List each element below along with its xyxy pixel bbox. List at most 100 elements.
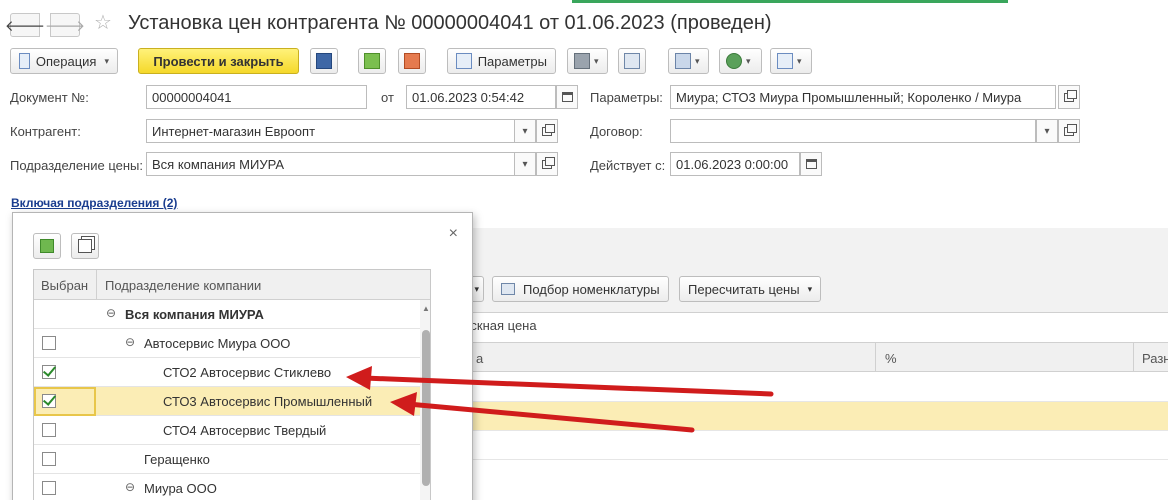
operation-icon <box>19 53 30 69</box>
back-button[interactable]: 🡐 <box>5 13 45 37</box>
division-row[interactable]: СТО2 Автосервис Стиклево <box>34 358 420 387</box>
including-divisions-link[interactable]: Включая подразделения (2) <box>11 196 177 210</box>
contract-open-button[interactable] <box>1058 119 1080 143</box>
items-table-row-selected[interactable] <box>472 402 1168 430</box>
contract-field[interactable] <box>670 119 1036 143</box>
price-division-field[interactable]: Вся компания МИУРА <box>146 152 516 176</box>
doc-number-field[interactable]: 00000004041 <box>146 85 367 109</box>
column-divider <box>1133 342 1134 372</box>
parameters-label: Параметры <box>477 53 547 69</box>
division-row[interactable]: Геращенко <box>34 445 420 474</box>
division-checkbox[interactable] <box>42 423 56 437</box>
division-row[interactable]: ⊖ Автосервис Миура ООО <box>34 329 420 358</box>
valid-from-field[interactable]: 01.06.2023 0:00:00 <box>670 152 800 176</box>
divisions-popup: × Выбран Подразделение компании ⊖ Вся ком… <box>12 212 473 500</box>
chevron-down-icon: ▾ <box>807 283 813 294</box>
price-division-open-button[interactable] <box>536 152 558 176</box>
post-document-icon <box>364 53 380 69</box>
counterparty-field[interactable]: Интернет-магазин Евроопт <box>146 119 516 143</box>
division-checkbox[interactable] <box>42 336 56 350</box>
date-calendar-button[interactable] <box>556 85 578 109</box>
structure-button[interactable] <box>618 48 646 74</box>
collapse-icon[interactable]: ⊖ <box>106 306 116 320</box>
params-open-button[interactable] <box>1058 85 1080 109</box>
row-divider <box>472 430 1168 431</box>
title-bar: 🡐 🡒 ☆ Установка цен контрагента № 000000… <box>0 0 1168 44</box>
chevron-down-icon: ▾ <box>522 158 528 170</box>
chevron-down-icon: ▾ <box>594 55 599 66</box>
open-icon <box>542 156 555 169</box>
counterparty-dropdown-button[interactable]: ▾ <box>514 119 536 143</box>
counterparty-open-button[interactable] <box>536 119 558 143</box>
division-label: Миура ООО <box>144 481 217 496</box>
hierarchy-icon <box>624 53 640 69</box>
division-checkbox[interactable] <box>42 452 56 466</box>
arrow-right-icon: 🡒 <box>44 17 86 35</box>
division-checkbox[interactable] <box>42 394 56 408</box>
date-field[interactable]: 01.06.2023 0:54:42 <box>406 85 556 109</box>
division-row[interactable]: СТО3 Автосервис Промышленный <box>34 387 420 416</box>
col-price-header: а <box>476 351 484 366</box>
contract-dropdown-button[interactable]: ▾ <box>1036 119 1058 143</box>
division-checkbox[interactable] <box>42 481 56 495</box>
column-divider <box>875 342 876 372</box>
col-division-header: Подразделение компании <box>105 278 262 293</box>
doc-number-label: Документ №: <box>10 90 89 105</box>
parameters-button[interactable]: Параметры <box>447 48 556 74</box>
post-and-close-button[interactable]: Провести и закрыть <box>138 48 299 74</box>
operation-button[interactable]: Операция ▾ <box>10 48 118 74</box>
forward-button[interactable]: 🡒 <box>45 13 85 37</box>
division-row[interactable]: ⊖ Миура ООО <box>34 474 420 500</box>
print-button[interactable]: ▾ <box>567 48 608 74</box>
users-button[interactable]: ▾ <box>719 48 762 74</box>
chevron-down-icon: ▾ <box>1044 125 1050 137</box>
valid-from-calendar-button[interactable] <box>800 152 822 176</box>
chevron-down-icon: ▾ <box>522 125 528 137</box>
create-based-icon <box>675 53 691 69</box>
scroll-up-icon[interactable]: ▲ <box>422 304 430 313</box>
col-percent-header: % <box>885 351 897 366</box>
collapse-icon[interactable]: ⊖ <box>125 480 135 494</box>
scrollbar-thumb[interactable] <box>422 330 430 486</box>
users-icon <box>726 53 742 69</box>
post-document-button[interactable] <box>358 48 386 74</box>
arrow-left-icon: 🡐 <box>4 17 46 35</box>
params-field[interactable]: Миура; СТО3 Миура Промышленный; Короленк… <box>670 85 1056 109</box>
division-label: СТО4 Автосервис Твердый <box>163 423 327 438</box>
table-icon <box>501 283 515 295</box>
pick-nomenclature-button[interactable]: Подбор номенклатуры <box>492 276 669 302</box>
open-icon <box>1064 123 1077 136</box>
uncheck-all-button[interactable] <box>71 233 99 259</box>
check-all-button[interactable] <box>33 233 61 259</box>
recalculate-prices-button[interactable]: Пересчитать цены ▾ <box>679 276 821 302</box>
parameters-icon <box>456 53 472 69</box>
active-tab-indicator <box>572 0 1008 3</box>
save-button[interactable] <box>310 48 338 74</box>
open-icon <box>542 123 555 136</box>
items-table-header: а % Разн <box>472 342 1168 372</box>
operation-label: Операция <box>35 53 97 69</box>
recalculate-prices-label: Пересчитать цены <box>688 281 800 297</box>
reports-button[interactable]: ▾ <box>770 48 812 74</box>
favorite-star-icon[interactable]: ☆ <box>94 10 112 35</box>
window-title: Установка цен контрагента № 00000004041 … <box>128 12 772 34</box>
row-divider <box>472 459 1168 460</box>
collapse-icon[interactable]: ⊖ <box>125 335 135 349</box>
save-icon <box>316 53 332 69</box>
uncheck-all-icon <box>78 239 92 253</box>
division-row[interactable]: ⊖ Вся компания МИУРА <box>34 300 420 329</box>
close-icon[interactable]: × <box>449 225 458 243</box>
chevron-down-icon: ▾ <box>695 55 700 66</box>
col-selected-header: Выбран <box>41 278 89 293</box>
create-based-on-button[interactable]: ▾ <box>668 48 709 74</box>
price-division-dropdown-button[interactable]: ▾ <box>514 152 536 176</box>
division-row[interactable]: СТО4 Автосервис Твердый <box>34 416 420 445</box>
division-label: СТО3 Автосервис Промышленный <box>163 394 373 409</box>
divisions-table: Выбран Подразделение компании ⊖ Вся компа… <box>33 269 431 500</box>
chevron-down-icon: ▾ <box>104 55 109 66</box>
unpost-document-button[interactable] <box>398 48 426 74</box>
calendar-icon <box>805 159 817 169</box>
col-diff-header: Разн <box>1142 351 1168 366</box>
vertical-scrollbar[interactable]: ▲ ▼ <box>420 300 430 500</box>
division-checkbox[interactable] <box>42 365 56 379</box>
